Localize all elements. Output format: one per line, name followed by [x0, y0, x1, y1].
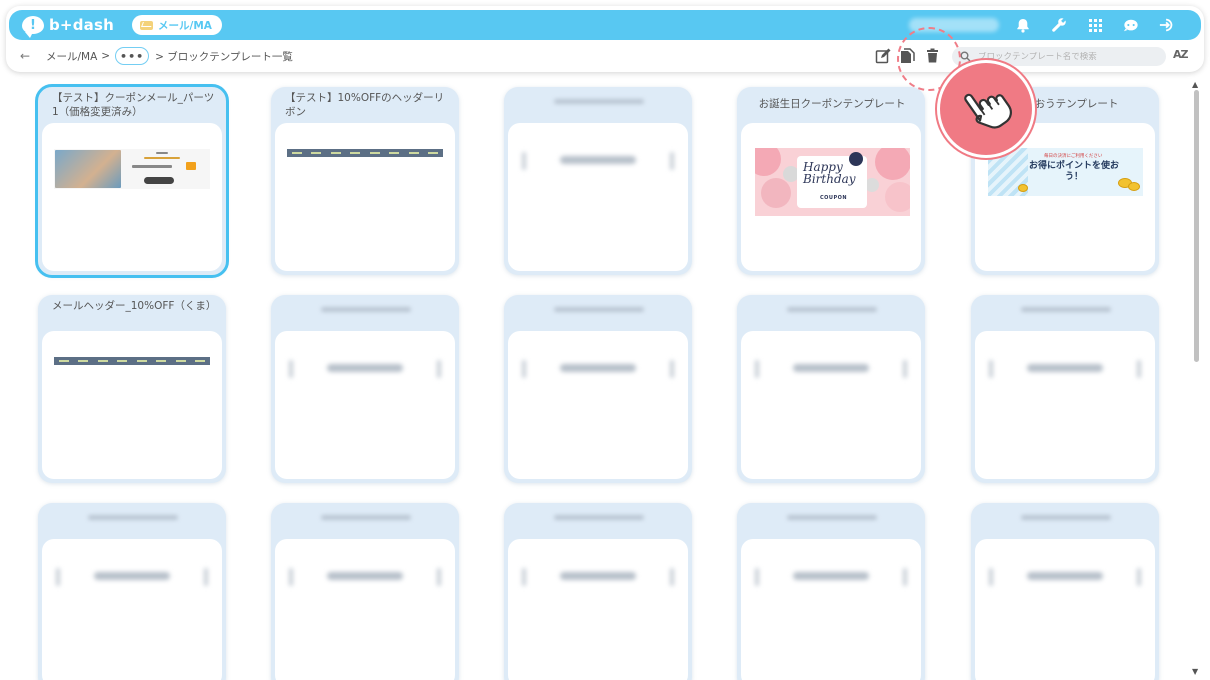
template-preview[interactable] — [275, 123, 455, 271]
redacted-preview — [287, 565, 443, 589]
template-card[interactable] — [504, 503, 692, 680]
template-preview[interactable] — [508, 123, 688, 271]
coupon-preview-image — [54, 149, 210, 189]
redacted-preview — [987, 565, 1143, 589]
scrollbar-thumb[interactable] — [1194, 90, 1199, 362]
template-card[interactable] — [737, 295, 925, 483]
back-arrow-icon[interactable]: ← — [20, 49, 34, 63]
template-card[interactable] — [271, 503, 459, 680]
template-card[interactable]: 【テスト】10%OFFのヘッダーリボン — [271, 87, 459, 275]
points-preview-image: 毎日の決済にご利用ください お得にポイントを使おう！ — [988, 148, 1143, 196]
template-card[interactable] — [38, 503, 226, 680]
template-card-title: お誕生日クーポンテンプレート — [758, 98, 906, 110]
template-card-title: 【テスト】10%OFFのヘッダーリボン — [285, 92, 445, 118]
breadcrumb-current: > ブロックテンプレート一覧 — [155, 50, 293, 63]
template-preview[interactable] — [42, 539, 222, 680]
redacted-card-title — [88, 515, 178, 520]
template-preview[interactable] — [975, 539, 1155, 680]
redacted-card-title — [554, 307, 644, 312]
search-input[interactable] — [978, 51, 1158, 62]
ribbon-preview-image — [54, 357, 210, 365]
template-preview[interactable] — [42, 331, 222, 479]
scroll-up-arrow[interactable]: ▲ — [1192, 80, 1198, 89]
template-card[interactable] — [504, 295, 692, 483]
redacted-preview — [520, 565, 676, 589]
redacted-card-title — [787, 515, 877, 520]
breadcrumb-ellipsis-button[interactable]: ••• — [115, 47, 150, 65]
mail-icon — [139, 20, 153, 30]
breadcrumb-separator: > — [101, 50, 111, 62]
bell-icon[interactable] — [1015, 17, 1031, 33]
redacted-preview — [753, 565, 909, 589]
template-preview[interactable] — [508, 331, 688, 479]
birthday-preview-image: Happy Birthday COUPON — [755, 148, 910, 216]
redacted-card-title — [1021, 515, 1111, 520]
template-preview[interactable] — [975, 331, 1155, 479]
redacted-card-title — [321, 307, 411, 312]
scroll-down-arrow[interactable]: ▼ — [1192, 667, 1198, 676]
ribbon-preview-image — [287, 149, 443, 157]
redacted-preview — [987, 357, 1143, 381]
chat-icon[interactable] — [1123, 17, 1139, 33]
sort-az-button[interactable]: AZ — [1173, 48, 1188, 61]
template-card[interactable]: 【テスト】クーポンメール_パーツ1（価格変更済み） — [35, 84, 229, 278]
pointer-hand-icon — [940, 63, 1032, 155]
template-preview[interactable]: Happy Birthday COUPON — [741, 123, 921, 271]
search-icon — [960, 51, 971, 62]
template-card[interactable] — [971, 295, 1159, 483]
template-preview[interactable] — [275, 331, 455, 479]
redacted-card-title — [787, 307, 877, 312]
redacted-preview — [753, 357, 909, 381]
grid-icon[interactable] — [1087, 17, 1103, 33]
module-label: メール/MA — [157, 19, 212, 32]
breadcrumb-bar: ← メール/MA > ••• > ブロックテンプレート一覧 AZ — [20, 44, 1190, 68]
template-card[interactable] — [737, 503, 925, 680]
template-card-title: メールヘッダー_10%OFF（くま） — [52, 300, 217, 312]
redacted-card-title — [554, 99, 644, 104]
app-logo[interactable]: ! b+dash — [22, 16, 114, 38]
redacted-preview — [520, 357, 676, 381]
template-preview[interactable] — [42, 123, 222, 271]
top-navbar: ! b+dash メール/MA — [9, 10, 1201, 40]
template-preview[interactable] — [741, 539, 921, 680]
template-card[interactable] — [504, 87, 692, 275]
redacted-preview — [520, 149, 676, 173]
logo-glyph: ! — [30, 17, 36, 33]
redacted-card-title — [554, 515, 644, 520]
breadcrumb-root[interactable]: メール/MA — [46, 49, 97, 64]
redacted-preview — [54, 565, 210, 589]
logout-icon[interactable] — [1159, 17, 1175, 33]
edit-icon[interactable] — [874, 47, 891, 64]
template-card[interactable] — [271, 295, 459, 483]
wrench-icon[interactable] — [1051, 17, 1067, 33]
template-card[interactable] — [971, 503, 1159, 680]
template-preview[interactable] — [741, 331, 921, 479]
template-card-title: 【テスト】クーポンメール_パーツ1（価格変更済み） — [52, 92, 215, 118]
template-card[interactable]: お誕生日クーポンテンプレート Happy Birthday COUPON — [737, 87, 925, 275]
redacted-preview — [287, 357, 443, 381]
logo-text: b+dash — [49, 16, 114, 34]
template-card[interactable]: メールヘッダー_10%OFF（くま） — [38, 295, 226, 483]
logo-bubble-icon: ! — [22, 16, 44, 38]
template-preview[interactable] — [275, 539, 455, 680]
redacted-card-title — [321, 515, 411, 520]
redacted-card-title — [1021, 307, 1111, 312]
module-switcher[interactable]: メール/MA — [131, 15, 222, 35]
template-preview[interactable] — [508, 539, 688, 680]
